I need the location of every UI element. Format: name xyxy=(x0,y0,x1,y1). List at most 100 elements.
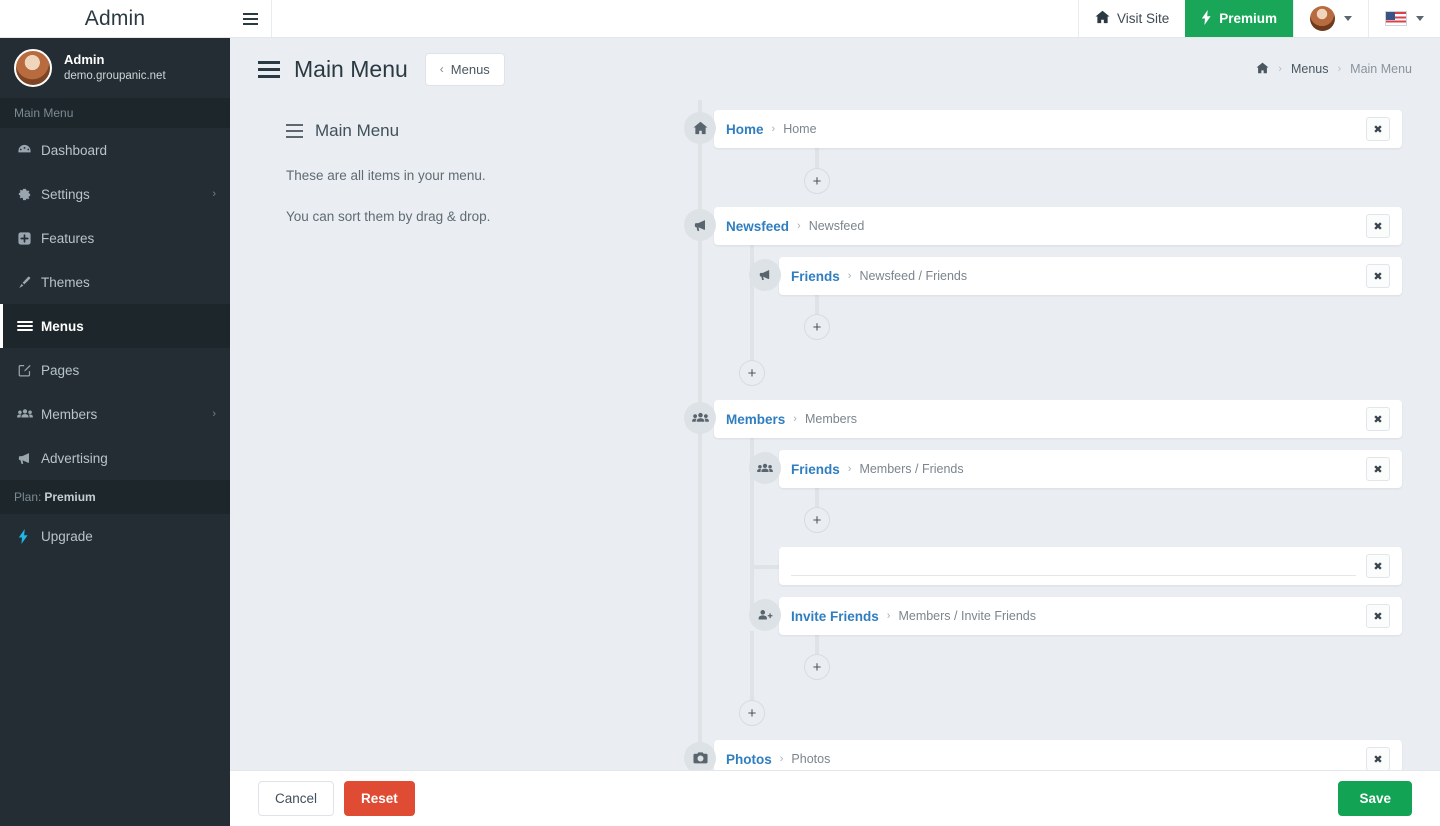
menu-item-path: Home xyxy=(783,122,817,136)
add-child-item-button[interactable]: + xyxy=(804,507,830,533)
premium-button[interactable]: Premium xyxy=(1185,0,1293,37)
breadcrumb-separator: › xyxy=(1337,63,1342,75)
menu-item-path: Photos xyxy=(791,752,831,766)
sidebar: Admin Admin demo.groupanic.net Main Menu… xyxy=(0,0,230,826)
hamburger-icon xyxy=(286,120,303,142)
sidebar-item-dashboard[interactable]: Dashboard xyxy=(0,128,230,172)
menu-item-row[interactable]: Photos › Photos ✖ xyxy=(714,740,1402,770)
premium-label: Premium xyxy=(1219,11,1277,26)
avatar xyxy=(1310,6,1335,31)
tree-connector xyxy=(815,295,819,315)
remove-item-button[interactable]: ✖ xyxy=(1366,264,1390,288)
separator-icon: › xyxy=(793,413,797,425)
tree-connector xyxy=(750,631,754,701)
menu-item-label: Newsfeed xyxy=(726,218,790,234)
separator-icon: › xyxy=(771,123,776,135)
brand-title: Admin xyxy=(84,6,146,30)
tree-connector xyxy=(750,565,780,569)
plus-icon: + xyxy=(812,318,822,336)
page-header: Main Menu ‹ Menus › Menus › Main Menu xyxy=(230,38,1440,100)
tree-connector xyxy=(815,635,819,655)
menu-item-path: Members / Invite Friends xyxy=(898,609,1036,623)
tree-connector xyxy=(750,484,754,568)
remove-item-button[interactable]: ✖ xyxy=(1366,747,1390,770)
visit-site-button[interactable]: Visit Site xyxy=(1077,0,1185,37)
sidebar-item-label: Themes xyxy=(41,274,90,290)
sidebar-item-settings[interactable]: Settings › xyxy=(0,172,230,216)
back-to-menus-label: Menus xyxy=(450,61,490,77)
sidebar-item-advertising[interactable]: Advertising xyxy=(0,436,230,480)
brand-header: Admin xyxy=(0,0,230,38)
sidebar-item-label: Settings xyxy=(41,186,90,202)
cancel-button[interactable]: Cancel xyxy=(258,781,335,816)
tree-connector xyxy=(815,148,819,170)
remove-item-button[interactable]: ✖ xyxy=(1366,554,1390,578)
remove-item-button[interactable]: ✖ xyxy=(1366,407,1390,431)
menu-item-label: Friends xyxy=(791,268,840,284)
separator-icon: › xyxy=(779,753,784,765)
menu-info-panel: Main Menu These are all items in your me… xyxy=(286,120,676,250)
add-child-item-button[interactable]: + xyxy=(739,360,765,386)
megaphone-icon xyxy=(17,451,41,466)
sidebar-item-menus[interactable]: Menus xyxy=(0,304,230,348)
plus-icon: + xyxy=(812,658,822,676)
sidebar-item-upgrade[interactable]: Upgrade xyxy=(0,514,230,558)
sidebar-item-label: Upgrade xyxy=(41,528,93,544)
menu-item-path: Members xyxy=(804,412,858,426)
back-to-menus-button[interactable]: ‹ Menus xyxy=(424,52,505,86)
page-title: Main Menu xyxy=(294,55,408,82)
chevron-down-icon xyxy=(1416,16,1424,21)
sidebar-item-pages[interactable]: Pages xyxy=(0,348,230,392)
user-name: Admin xyxy=(64,52,105,68)
menu-item-row[interactable]: Friends › Newsfeed / Friends ✖ xyxy=(779,257,1402,295)
breadcrumb-separator: › xyxy=(1278,63,1282,75)
menu-item-label: Photos xyxy=(726,751,772,767)
bolt-icon xyxy=(1201,9,1212,28)
sidebar-user-box[interactable]: Admin demo.groupanic.net xyxy=(0,38,230,98)
account-menu-button[interactable] xyxy=(1293,0,1368,37)
top-bar: Visit Site Premium xyxy=(230,0,1440,38)
sidebar-item-features[interactable]: Features xyxy=(0,216,230,260)
remove-item-button[interactable]: ✖ xyxy=(1366,457,1390,481)
menu-item-row[interactable]: Invite Friends › Members / Invite Friend… xyxy=(779,597,1402,635)
plus-icon: + xyxy=(812,172,822,190)
sidebar-item-members[interactable]: Members › xyxy=(0,392,230,436)
users-icon xyxy=(17,407,41,421)
tree-node-icon-newsfeed-friends xyxy=(749,259,781,291)
menu-item-row[interactable]: Friends › Members / Friends ✖ xyxy=(779,450,1402,488)
menu-item-row[interactable]: Home › Home ✖ xyxy=(714,110,1402,148)
menu-item-row[interactable]: Newsfeed › Newsfeed ✖ xyxy=(714,207,1402,245)
remove-item-button[interactable]: ✖ xyxy=(1366,214,1390,238)
separator-icon: › xyxy=(886,610,891,622)
remove-item-button[interactable]: ✖ xyxy=(1366,604,1390,628)
add-child-item-button[interactable]: + xyxy=(804,654,830,680)
menu-item-name-input[interactable] xyxy=(791,556,1356,576)
gear-icon xyxy=(17,187,41,202)
add-child-item-button[interactable]: + xyxy=(804,168,830,194)
breadcrumb-item-menus[interactable]: Menus xyxy=(1291,62,1329,76)
sidebar-item-themes[interactable]: Themes xyxy=(0,260,230,304)
menu-item-row-editing[interactable]: ✖ xyxy=(779,547,1402,585)
save-button[interactable]: Save xyxy=(1338,781,1412,816)
menu-item-path: Newsfeed xyxy=(808,219,865,233)
reset-button[interactable]: Reset xyxy=(344,781,415,816)
add-child-item-button[interactable]: + xyxy=(804,314,830,340)
main-content: Main Menu These are all items in your me… xyxy=(230,100,1440,770)
menu-item-label: Friends xyxy=(791,461,840,477)
panel-title-row: Main Menu xyxy=(286,120,676,142)
tree-node-icon-members xyxy=(684,402,716,434)
panel-description-line-2: You can sort them by drag & drop. xyxy=(286,208,491,224)
sidebar-item-label: Advertising xyxy=(41,450,108,466)
language-menu-button[interactable] xyxy=(1368,0,1440,37)
menu-item-row[interactable]: Members › Members ✖ xyxy=(714,400,1402,438)
add-child-item-button[interactable]: + xyxy=(739,700,765,726)
tree-node-icon-newsfeed xyxy=(684,209,716,241)
sidebar-item-label: Members xyxy=(41,406,98,422)
us-flag-icon xyxy=(1385,11,1407,26)
remove-item-button[interactable]: ✖ xyxy=(1366,117,1390,141)
separator-icon: › xyxy=(847,270,852,282)
tree-connector xyxy=(815,488,819,508)
home-icon[interactable] xyxy=(1256,62,1269,77)
sidebar-toggle-button[interactable] xyxy=(230,0,272,37)
